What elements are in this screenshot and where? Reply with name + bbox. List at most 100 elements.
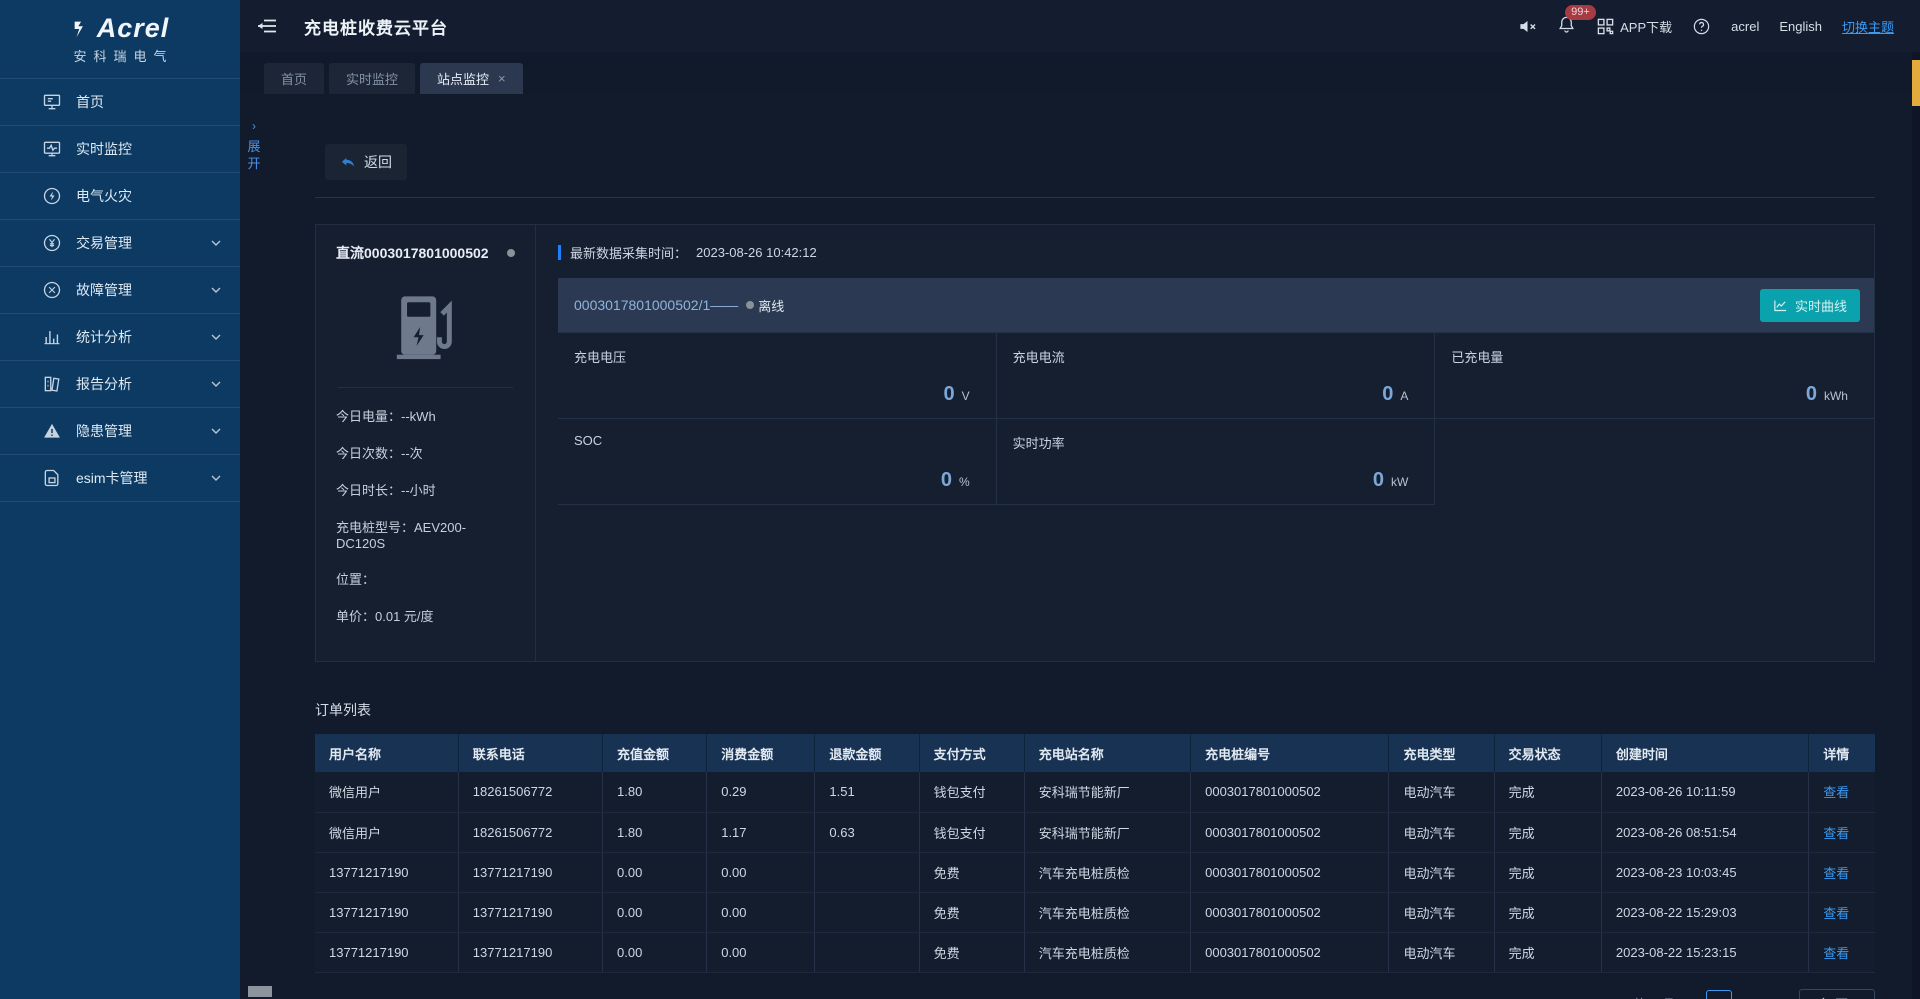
sidebar-item-realtime-monitor[interactable]: 实时监控	[0, 126, 240, 173]
prev-page-button[interactable]: ‹	[1685, 995, 1694, 999]
detail-link[interactable]: 查看	[1823, 866, 1849, 881]
user-menu[interactable]: acrel	[1731, 19, 1759, 34]
table-cell: 电动汽车	[1389, 812, 1494, 852]
top-header: 充电桩收费云平台 99+	[240, 0, 1920, 52]
table-cell: 钱包支付	[919, 812, 1024, 852]
metrics-grid: 充电电压0V充电电流0A已充电量0kWhSOC0%实时功率0kW	[558, 332, 1874, 505]
vertical-scrollbar-thumb[interactable]	[1912, 60, 1920, 106]
tab-home[interactable]: 首页	[264, 63, 324, 94]
device-stats: 今日电量：--kWh今日次数：--次今日时长：--小时充电桩型号：AEV200-…	[336, 406, 515, 625]
table-cell-detail: 查看	[1809, 772, 1875, 812]
sidebar-item-esim[interactable]: esim卡管理	[0, 455, 240, 502]
chevron-down-icon	[210, 472, 222, 484]
tab-label: 首页	[281, 69, 307, 88]
sidebar-item-statistics[interactable]: 统计分析	[0, 314, 240, 361]
sidebar-item-electric-fire[interactable]: 电气火灾	[0, 173, 240, 220]
metric-cell: 充电电流0A	[997, 333, 1436, 419]
column-header: 充电站名称	[1024, 734, 1190, 772]
menu-fold-icon[interactable]	[256, 15, 278, 37]
table-cell: 免费	[919, 932, 1024, 972]
table-cell: 13771217190	[458, 852, 602, 892]
chevron-down-icon	[210, 237, 222, 249]
language-switch[interactable]: English	[1779, 19, 1822, 34]
app-download-button[interactable]: APP下载	[1596, 17, 1672, 36]
sidebar-item-report[interactable]: 报告分析	[0, 361, 240, 408]
tab-label: 站点监控	[437, 69, 489, 88]
page-title: 充电桩收费云平台	[304, 14, 448, 39]
orders-table: 用户名称联系电话充值金额消费金额退款金额支付方式充电站名称充电桩编号充电类型交易…	[315, 734, 1875, 973]
sidebar-item-hazard[interactable]: 隐患管理	[0, 408, 240, 455]
page-button-2[interactable]: 2	[1740, 990, 1766, 999]
latest-time-label: 最新数据采集时间：	[570, 243, 687, 262]
realtime-curve-button[interactable]: 实时曲线	[1760, 289, 1860, 322]
column-header: 充电桩编号	[1191, 734, 1389, 772]
sidebar-item-label: 电气火灾	[76, 186, 222, 206]
stat-value: --次	[401, 446, 423, 461]
table-cell: 0.00	[707, 852, 815, 892]
table-cell: 0.00	[603, 852, 707, 892]
tab-realtime[interactable]: 实时监控	[329, 63, 415, 94]
mute-icon[interactable]	[1518, 17, 1537, 36]
page-button-1[interactable]: 1	[1706, 990, 1732, 999]
metric-value-row: 0kW	[1013, 469, 1409, 492]
sidebar-item-label: esim卡管理	[76, 468, 210, 488]
table-row: 13771217190137712171900.000.00免费汽车充电桩质检0…	[315, 852, 1875, 892]
horizontal-scrollbar-thumb[interactable]	[248, 986, 272, 997]
sidebar: Acrel 安科瑞电气 首页实时监控电气火灾交易管理故障管理统计分析报告分析隐患…	[0, 0, 240, 999]
sidebar-item-transaction[interactable]: 交易管理	[0, 220, 240, 267]
table-cell: 2023-08-26 08:51:54	[1601, 812, 1808, 852]
sidebar-item-fault[interactable]: 故障管理	[0, 267, 240, 314]
sidebar-item-home[interactable]: 首页	[0, 79, 240, 126]
column-header: 交易状态	[1494, 734, 1601, 772]
detail-link[interactable]: 查看	[1823, 826, 1849, 841]
metric-label: 已充电量	[1451, 347, 1848, 366]
transaction-icon	[42, 233, 62, 253]
sidebar-expand-control[interactable]: › 展开	[246, 118, 262, 172]
table-row: 13771217190137712171900.000.00免费汽车充电桩质检0…	[315, 932, 1875, 972]
back-button[interactable]: 返回	[325, 144, 407, 180]
expand-label: 展开	[247, 139, 260, 171]
metric-cell: 充电电压0V	[558, 333, 997, 419]
detail-link[interactable]: 查看	[1823, 785, 1849, 800]
realtime-curve-label: 实时曲线	[1795, 296, 1847, 315]
detail-link[interactable]: 查看	[1823, 906, 1849, 921]
line-chart-icon	[1773, 298, 1788, 313]
theme-switch-link[interactable]: 切换主题	[1842, 17, 1894, 36]
table-cell: 完成	[1494, 772, 1601, 812]
device-stat-line: 今日时长：--小时	[336, 480, 515, 499]
tab-station-monitor[interactable]: 站点监控 ×	[420, 63, 523, 94]
column-header: 充值金额	[603, 734, 707, 772]
column-header: 用户名称	[315, 734, 458, 772]
acrel-logo-icon	[71, 18, 93, 40]
table-cell: 0003017801000502	[1191, 812, 1389, 852]
table-cell: 电动汽车	[1389, 892, 1494, 932]
table-cell: 0.63	[815, 812, 919, 852]
header-actions: 99+ APP下载 acrel English	[1518, 15, 1894, 37]
table-cell-detail: 查看	[1809, 892, 1875, 932]
metric-label: SOC	[574, 433, 970, 448]
page-size-select[interactable]: 5 条/页	[1799, 989, 1875, 999]
table-cell: 免费	[919, 852, 1024, 892]
orders-section: 订单列表 用户名称联系电话充值金额消费金额退款金额支付方式充电站名称充电桩编号充…	[315, 700, 1875, 999]
help-icon[interactable]	[1692, 17, 1711, 36]
table-cell: 1.17	[707, 812, 815, 852]
stat-label: 今日次数：	[336, 446, 401, 461]
notifications-button[interactable]: 99+	[1557, 15, 1576, 37]
sidebar-item-label: 实时监控	[76, 139, 222, 159]
page-size-value: 5 条/页	[1808, 994, 1848, 999]
vertical-scrollbar[interactable]	[1912, 52, 1920, 999]
table-cell	[815, 852, 919, 892]
table-cell: 2023-08-22 15:29:03	[1601, 892, 1808, 932]
metric-value-row: 0%	[574, 469, 970, 492]
close-icon[interactable]: ×	[498, 71, 506, 86]
hazard-icon	[42, 421, 62, 441]
metric-label: 充电电流	[1013, 347, 1409, 366]
detail-link[interactable]: 查看	[1823, 946, 1849, 961]
table-row: 微信用户182615067721.800.291.51钱包支付安科瑞节能新厂00…	[315, 772, 1875, 812]
device-stat-line: 今日次数：--次	[336, 443, 515, 462]
table-cell: 0.00	[707, 892, 815, 932]
metric-value: 0	[941, 469, 952, 491]
table-cell: 13771217190	[315, 892, 458, 932]
next-page-button[interactable]: ›	[1778, 995, 1787, 999]
stat-value: 0.01 元/度	[375, 609, 434, 624]
